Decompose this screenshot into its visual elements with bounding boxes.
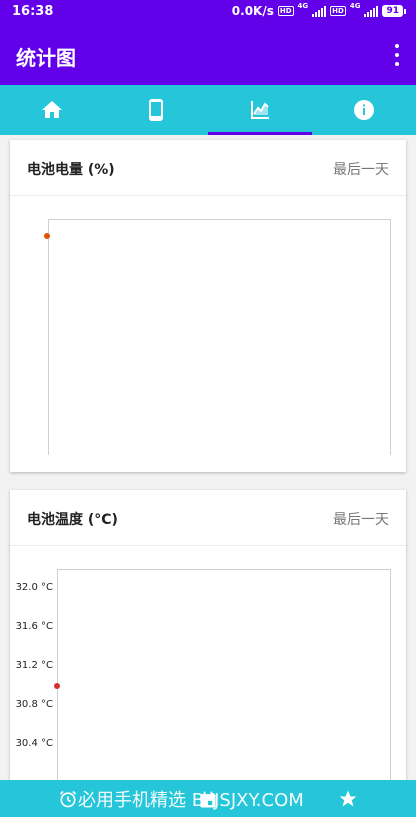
sim2-hd-tag: HD [330, 6, 346, 16]
calendar-icon[interactable] [198, 790, 218, 810]
status-time: 16:38 [12, 4, 54, 19]
tab-home[interactable] [0, 85, 104, 135]
home-icon [42, 101, 62, 118]
bottom-bar: 必用手机精选 BYJSJXY.COM [0, 780, 416, 817]
status-indicators: 0.0K/s HD 4G HD 4G 91 [231, 2, 406, 18]
overflow-menu-icon[interactable] [392, 44, 402, 66]
tab-phone[interactable] [104, 85, 208, 135]
page-title: 统计图 [16, 46, 76, 70]
battery-level: 91 [382, 5, 403, 17]
signal-icon [312, 5, 327, 17]
chart-icon [251, 101, 269, 119]
watermark-text: 必用手机精选 BYJSJXY.COM [78, 790, 304, 811]
sim1-network-type: 4G [297, 2, 309, 10]
phone-icon [149, 99, 163, 121]
temperature-chart-marks [54, 683, 60, 689]
tab-chart[interactable] [208, 85, 312, 135]
alarm-icon[interactable] [58, 789, 78, 809]
star-icon[interactable] [338, 789, 358, 809]
battery-temperature-card: 电池温度 (°C) 最后一天 32.0 °C 31.6 °C 31.2 °C 3… [10, 490, 406, 799]
battery-chart-marks [44, 233, 50, 239]
app-bar: 统计图 [0, 24, 416, 85]
net-speed: 0.0K/s [231, 4, 274, 18]
battery-icon: 91 [382, 5, 406, 17]
battery-data-point [44, 233, 50, 239]
tab-bar [0, 85, 416, 135]
temperature-data-point [54, 683, 60, 689]
signal-icon [364, 5, 379, 17]
sim1-hd-tag: HD [277, 6, 294, 16]
battery-level-card: 电池电量 (%) 最后一天 [10, 140, 406, 472]
info-icon [354, 100, 374, 120]
status-bar: 16:38 0.0K/s HD 4G HD 4G 91 [0, 0, 416, 24]
sim2-network-type: 4G [349, 2, 361, 10]
tab-info[interactable] [312, 85, 416, 135]
